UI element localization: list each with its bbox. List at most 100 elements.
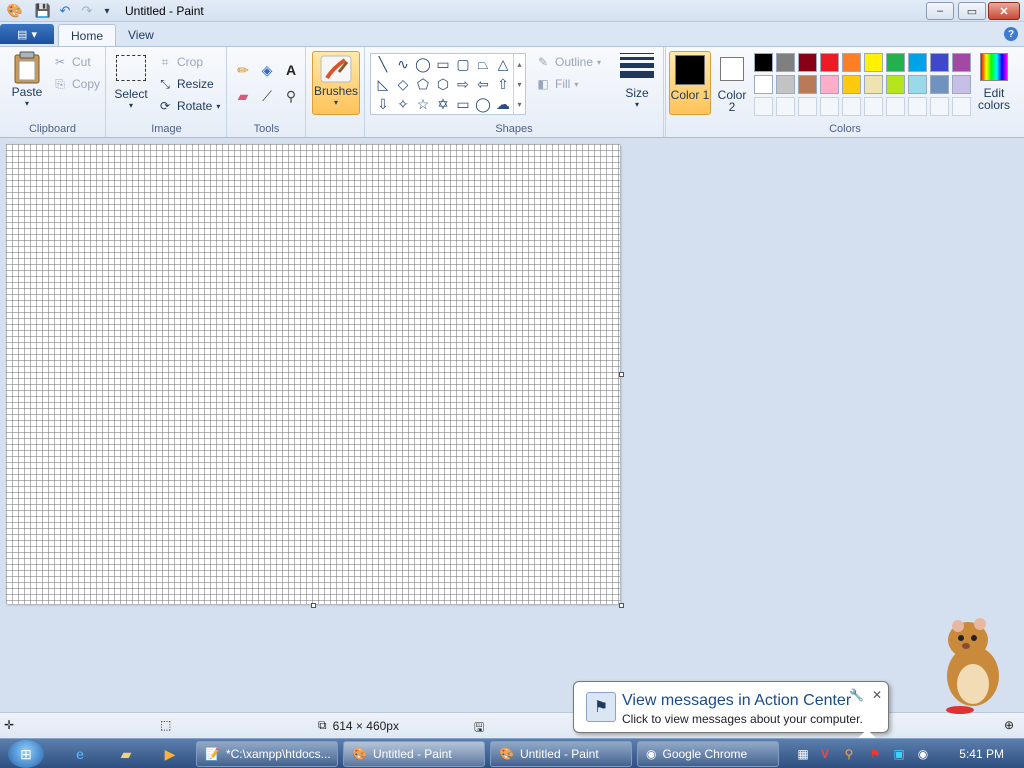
palette-color-swatch[interactable]: [820, 53, 839, 72]
palette-color-swatch[interactable]: [842, 53, 861, 72]
tray-app-icon[interactable]: ▦: [794, 745, 812, 763]
eraser-icon[interactable]: ▰: [232, 85, 254, 107]
palette-color-swatch[interactable]: [930, 53, 949, 72]
rounded-rectangle-shape-icon[interactable]: ▢: [453, 55, 473, 73]
left-arrow-shape-icon[interactable]: ⇦: [473, 75, 493, 93]
clock[interactable]: 5:41 PM: [959, 747, 1004, 761]
palette-color-swatch[interactable]: [798, 53, 817, 72]
palette-empty-slot[interactable]: [908, 97, 927, 116]
help-icon[interactable]: ?: [1004, 27, 1018, 41]
canvas-resize-handle-bottom[interactable]: [311, 603, 316, 608]
curve-shape-icon[interactable]: ∿: [393, 55, 413, 73]
zoom-in-icon[interactable]: ⊕: [1004, 718, 1014, 732]
taskbar-item-chrome[interactable]: ◉ Google Chrome: [637, 741, 779, 767]
zoom-in-button[interactable]: ⊕: [1004, 718, 1014, 732]
tray-network-icon[interactable]: ▣: [890, 745, 908, 763]
four-point-star-shape-icon[interactable]: ✧: [393, 95, 413, 113]
line-shape-icon[interactable]: ╲: [373, 55, 393, 73]
crop-button[interactable]: ⌗ Crop: [157, 52, 203, 72]
palette-color-swatch[interactable]: [754, 75, 773, 94]
palette-color-swatch[interactable]: [930, 75, 949, 94]
palette-empty-slot[interactable]: [952, 97, 971, 116]
taskbar-item-notepad[interactable]: 📝 *C:\xampp\htdocs...: [196, 741, 338, 767]
rectangle-shape-icon[interactable]: ▭: [433, 55, 453, 73]
palette-color-swatch[interactable]: [820, 75, 839, 94]
right-arrow-shape-icon[interactable]: ⇨: [453, 75, 473, 93]
expand-gallery-icon[interactable]: ▾: [517, 100, 521, 109]
select-button[interactable]: Select ▾: [113, 55, 149, 110]
text-tool-icon[interactable]: A: [280, 59, 302, 81]
magnifier-icon[interactable]: ⚲: [280, 85, 302, 107]
canvas-resize-handle-corner[interactable]: [619, 603, 624, 608]
palette-empty-slot[interactable]: [864, 97, 883, 116]
palette-color-swatch[interactable]: [908, 75, 927, 94]
fill-button[interactable]: ◧ Fill ▾: [535, 74, 578, 94]
cloud-callout-shape-icon[interactable]: ☁: [493, 95, 513, 113]
palette-color-swatch[interactable]: [798, 75, 817, 94]
palette-color-swatch[interactable]: [886, 53, 905, 72]
up-arrow-shape-icon[interactable]: ⇧: [493, 75, 513, 93]
palette-empty-slot[interactable]: [842, 97, 861, 116]
wrench-icon[interactable]: 🔧: [849, 688, 864, 702]
palette-color-swatch[interactable]: [864, 75, 883, 94]
customize-quick-access-icon[interactable]: ▾: [98, 2, 116, 20]
brushes-button[interactable]: Brushes ▾: [312, 51, 360, 115]
close-icon[interactable]: ✕: [872, 688, 882, 702]
palette-color-swatch[interactable]: [864, 53, 883, 72]
paste-button[interactable]: Paste ▾: [8, 51, 46, 108]
oval-shape-icon[interactable]: ◯: [413, 55, 433, 73]
tab-view[interactable]: View: [116, 24, 166, 46]
explorer-folder-icon[interactable]: ▰: [108, 742, 144, 766]
taskbar-item-paint-2[interactable]: 🎨 Untitled - Paint: [490, 741, 632, 767]
pencil-icon[interactable]: ✏: [232, 59, 254, 81]
copy-button[interactable]: ⎘ Copy: [52, 74, 100, 94]
drawing-canvas[interactable]: [6, 144, 620, 604]
pentagon-shape-icon[interactable]: ⬠: [413, 75, 433, 93]
scroll-up-icon[interactable]: ▴: [517, 60, 521, 69]
color2-button[interactable]: Color 2: [713, 51, 751, 115]
polygon-shape-icon[interactable]: ⏢: [473, 55, 493, 73]
rect-callout-shape-icon[interactable]: ▭: [453, 95, 473, 113]
hexagon-shape-icon[interactable]: ⬡: [433, 75, 453, 93]
right-triangle-shape-icon[interactable]: ◺: [373, 75, 393, 93]
scroll-down-icon[interactable]: ▾: [517, 80, 521, 89]
outline-button[interactable]: ✎ Outline ▾: [535, 52, 601, 72]
down-arrow-shape-icon[interactable]: ⇩: [373, 95, 393, 113]
fill-bucket-icon[interactable]: ◈: [256, 59, 278, 81]
palette-empty-slot[interactable]: [886, 97, 905, 116]
paint-menu-button[interactable]: ▤ ▾: [0, 24, 54, 44]
edit-colors-button[interactable]: Edit colors: [972, 53, 1016, 111]
paint-app-icon[interactable]: 🎨: [6, 2, 24, 20]
palette-empty-slot[interactable]: [820, 97, 839, 116]
canvas-resize-handle-right[interactable]: [619, 372, 624, 377]
palette-empty-slot[interactable]: [754, 97, 773, 116]
tray-action-center-flag-icon[interactable]: ⚑: [866, 745, 884, 763]
save-icon[interactable]: 💾: [34, 2, 52, 20]
internet-explorer-icon[interactable]: e: [62, 742, 98, 766]
palette-color-swatch[interactable]: [908, 53, 927, 72]
start-button[interactable]: ⊞: [8, 740, 44, 768]
tab-home[interactable]: Home: [58, 24, 117, 46]
tray-volume-icon[interactable]: ◉: [914, 745, 932, 763]
triangle-shape-icon[interactable]: △: [493, 55, 513, 73]
cut-button[interactable]: ✂ Cut: [52, 52, 91, 72]
six-point-star-shape-icon[interactable]: ✡: [433, 95, 453, 113]
maximize-button[interactable]: ▭: [958, 2, 986, 20]
media-player-icon[interactable]: ▶: [152, 742, 188, 766]
palette-color-swatch[interactable]: [952, 75, 971, 94]
palette-empty-slot[interactable]: [776, 97, 795, 116]
five-point-star-shape-icon[interactable]: ☆: [413, 95, 433, 113]
palette-color-swatch[interactable]: [842, 75, 861, 94]
redo-icon[interactable]: ↷: [78, 2, 96, 20]
palette-color-swatch[interactable]: [952, 53, 971, 72]
undo-icon[interactable]: ↶: [56, 2, 74, 20]
minimize-button[interactable]: –: [926, 2, 954, 20]
palette-color-swatch[interactable]: [886, 75, 905, 94]
color-picker-icon[interactable]: ⟋: [256, 85, 278, 107]
palette-color-swatch[interactable]: [776, 53, 795, 72]
size-button[interactable]: Size ▾: [616, 53, 658, 109]
palette-empty-slot[interactable]: [798, 97, 817, 116]
taskbar-item-paint-1[interactable]: 🎨 Untitled - Paint: [343, 741, 485, 767]
action-center-notification[interactable]: ⚑ View messages in Action Center Click t…: [573, 681, 889, 749]
oval-callout-shape-icon[interactable]: ◯: [473, 95, 493, 113]
